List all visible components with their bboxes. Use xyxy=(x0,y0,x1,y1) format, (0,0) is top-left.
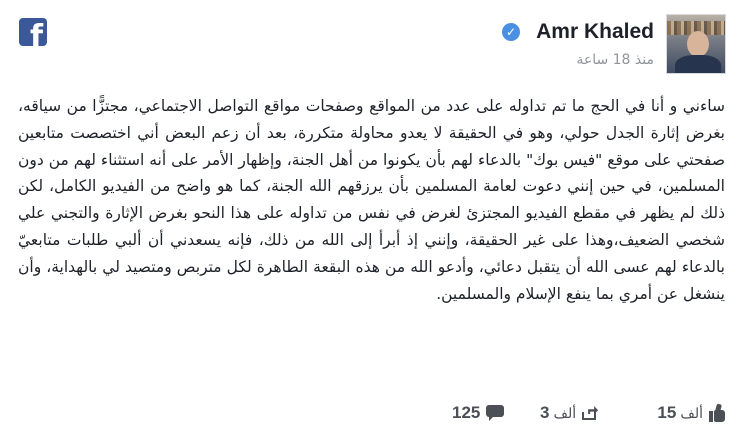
post-stats-bar: 15 ألف 3 ألف 125 xyxy=(0,398,743,428)
post-timestamp[interactable]: منذ 18 ساعة xyxy=(576,52,654,68)
shares-count: 3 xyxy=(540,403,550,422)
like-icon xyxy=(709,403,725,422)
facebook-logo-letter: f xyxy=(29,19,43,47)
comments-count-button[interactable]: 125 xyxy=(452,398,505,428)
comments-count: 125 xyxy=(452,403,481,422)
post-body-text: ساءني و أنا في الحج ما تم تداوله على عدد… xyxy=(18,97,725,303)
likes-count: 15 xyxy=(657,403,677,422)
share-icon xyxy=(582,404,600,422)
verified-badge-icon: ✓ xyxy=(502,23,520,41)
likes-count-button[interactable]: 15 ألف xyxy=(657,398,725,428)
post-author-header: Amr Khaled ✓ منذ 18 ساعة xyxy=(396,14,726,74)
shares-unit: ألف xyxy=(553,404,577,421)
author-name[interactable]: Amr Khaled xyxy=(536,20,654,44)
shares-count-button[interactable]: 3 ألف xyxy=(540,398,600,428)
author-avatar[interactable] xyxy=(666,14,726,74)
facebook-logo-icon[interactable]: f xyxy=(19,18,47,46)
comment-icon xyxy=(486,405,505,421)
likes-unit: ألف xyxy=(680,404,703,421)
